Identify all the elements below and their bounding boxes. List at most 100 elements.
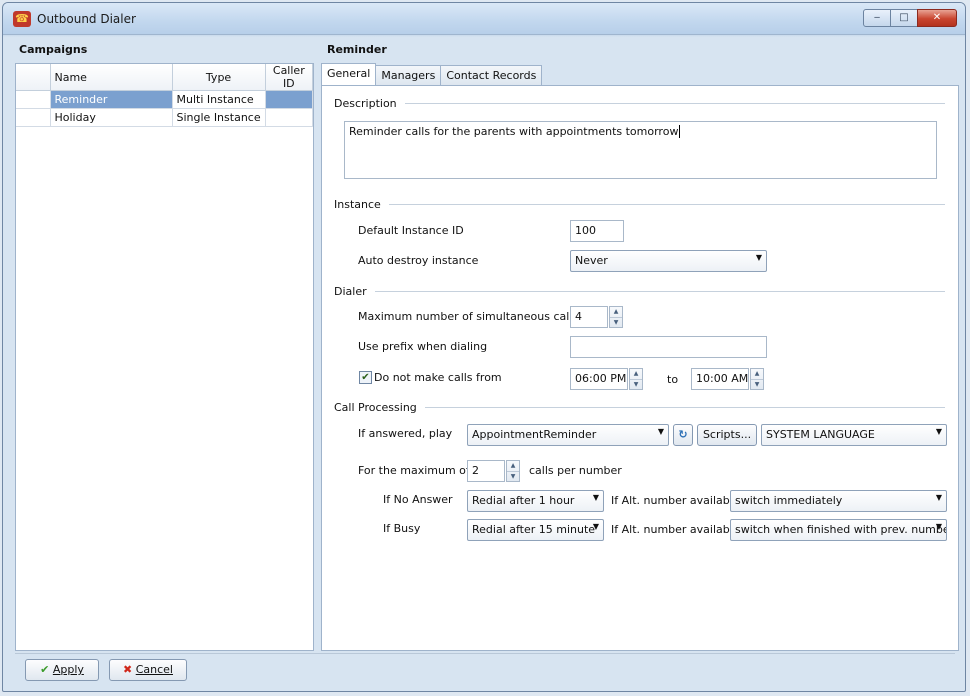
column-header-caller-id[interactable]: Caller ID xyxy=(265,64,314,91)
no-answer-value: Redial after 1 hour xyxy=(472,494,575,507)
instance-divider xyxy=(334,204,945,205)
dialer-app-icon: ☎ xyxy=(13,11,31,27)
outbound-dialer-window: ☎ Outbound Dialer ‒ □ ✕ Campaigns Name T… xyxy=(2,2,966,692)
default-instance-input[interactable]: 100 xyxy=(570,220,624,242)
tab-managers[interactable]: Managers xyxy=(375,65,442,85)
chevron-down-icon: ▼ xyxy=(935,522,942,531)
busy-value: Redial after 15 minute xyxy=(472,523,596,536)
detail-tabs: General Managers Contact Records xyxy=(321,63,543,85)
answered-script-dropdown[interactable]: AppointmentReminder ▼ xyxy=(467,424,669,446)
instance-group-label: Instance xyxy=(334,198,389,211)
cancel-label: Cancel xyxy=(135,663,173,676)
busy-alt-label: If Alt. number available xyxy=(611,523,740,536)
increment-icon[interactable]: ▲ xyxy=(507,461,519,471)
auto-destroy-dropdown[interactable]: Never ▼ xyxy=(570,250,767,272)
language-dropdown[interactable]: SYSTEM LANGUAGE ▼ xyxy=(761,424,947,446)
campaign-caller-id[interactable] xyxy=(265,108,314,127)
no-calls-checkbox[interactable]: ✔ xyxy=(359,371,372,384)
chevron-down-icon: ▼ xyxy=(592,493,599,502)
x-icon: ✖ xyxy=(123,663,133,676)
campaign-caller-id[interactable] xyxy=(265,90,314,109)
dialer-group-label: Dialer xyxy=(334,285,375,298)
busy-dropdown[interactable]: Redial after 15 minute ▼ xyxy=(467,519,604,541)
cancel-button[interactable]: ✖ Cancel xyxy=(109,659,187,681)
max-calls-input[interactable]: 4 xyxy=(570,306,608,328)
decrement-icon[interactable]: ▼ xyxy=(507,471,519,481)
close-button[interactable]: ✕ xyxy=(917,9,957,27)
calls-per-number-label: calls per number xyxy=(529,464,622,477)
apply-label: Apply xyxy=(52,663,84,676)
max-calls-stepper[interactable]: ▲ ▼ xyxy=(609,306,623,328)
campaigns-panel: Name Type Caller ID Reminder Multi Insta… xyxy=(15,63,314,651)
busy-alt-dropdown[interactable]: switch when finished with prev. number ▼ xyxy=(730,519,947,541)
dialer-divider xyxy=(334,291,945,292)
description-textarea[interactable]: Reminder calls for the parents with appo… xyxy=(344,121,937,179)
default-instance-label: Default Instance ID xyxy=(358,224,464,237)
description-divider xyxy=(334,103,945,104)
decrement-icon[interactable]: ▼ xyxy=(630,379,642,389)
refresh-button[interactable]: ↻ xyxy=(673,424,693,446)
tab-general[interactable]: General xyxy=(321,63,377,85)
campaign-detail-heading: Reminder xyxy=(327,43,387,56)
description-group-label: Description xyxy=(334,97,405,110)
text-cursor xyxy=(679,125,681,138)
increment-icon[interactable]: ▲ xyxy=(610,307,622,317)
campaigns-table-header: Name Type Caller ID xyxy=(16,64,314,91)
if-answered-label: If answered, play xyxy=(358,427,453,440)
column-header-type[interactable]: Type xyxy=(172,64,266,91)
auto-destroy-label: Auto destroy instance xyxy=(358,254,479,267)
campaign-row-reminder[interactable]: Reminder Multi Instance xyxy=(16,90,314,109)
campaign-type[interactable]: Single Instance xyxy=(172,108,266,127)
campaigns-table: Name Type Caller ID Reminder Multi Insta… xyxy=(16,64,314,127)
campaign-name[interactable]: Holiday xyxy=(50,108,173,127)
to-time-input[interactable]: 10:00 AM xyxy=(691,368,749,390)
max-calls-label: Maximum number of simultaneous calls xyxy=(358,310,579,323)
scripts-button[interactable]: Scripts... xyxy=(697,424,757,446)
from-time-stepper[interactable]: ▲ ▼ xyxy=(629,368,643,390)
busy-label: If Busy xyxy=(383,522,421,535)
from-time-input[interactable]: 06:00 PM xyxy=(570,368,628,390)
max-of-input[interactable]: 2 xyxy=(467,460,505,482)
campaigns-heading: Campaigns xyxy=(19,43,88,56)
chevron-down-icon: ▼ xyxy=(935,493,942,502)
prefix-input[interactable] xyxy=(570,336,767,358)
window-controls: ‒ □ ✕ xyxy=(863,9,957,27)
title-bar: ☎ Outbound Dialer ‒ □ ✕ xyxy=(3,3,965,35)
chevron-down-icon: ▼ xyxy=(657,427,664,436)
apply-button[interactable]: ✔ Apply xyxy=(25,659,99,681)
column-header-name[interactable]: Name xyxy=(50,64,173,91)
decrement-icon[interactable]: ▼ xyxy=(610,317,622,327)
chevron-down-icon: ▼ xyxy=(755,253,762,262)
maximize-button[interactable]: □ xyxy=(890,9,918,27)
busy-alt-value: switch when finished with prev. number xyxy=(735,523,947,536)
call-processing-divider xyxy=(334,407,945,408)
auto-destroy-value: Never xyxy=(575,254,608,267)
row-header xyxy=(16,108,51,127)
campaign-name[interactable]: Reminder xyxy=(50,90,173,109)
language-value: SYSTEM LANGUAGE xyxy=(766,428,875,441)
checkmark-icon: ✔ xyxy=(40,663,50,676)
max-of-stepper[interactable]: ▲ ▼ xyxy=(506,460,520,482)
increment-icon[interactable]: ▲ xyxy=(630,369,642,379)
to-label: to xyxy=(667,373,679,386)
campaign-row-holiday[interactable]: Holiday Single Instance xyxy=(16,108,314,127)
chevron-down-icon: ▼ xyxy=(592,522,599,531)
call-processing-group-label: Call Processing xyxy=(334,401,425,414)
tab-contact-records[interactable]: Contact Records xyxy=(440,65,543,85)
no-calls-label: Do not make calls from xyxy=(374,371,502,384)
increment-icon[interactable]: ▲ xyxy=(751,369,763,379)
row-header-corner xyxy=(16,64,51,91)
chevron-down-icon: ▼ xyxy=(935,427,942,436)
no-answer-alt-label: If Alt. number available xyxy=(611,494,740,507)
row-header xyxy=(16,90,51,109)
minimize-button[interactable]: ‒ xyxy=(863,9,891,27)
campaign-type[interactable]: Multi Instance xyxy=(172,90,266,109)
no-answer-label: If No Answer xyxy=(383,493,453,506)
to-time-stepper[interactable]: ▲ ▼ xyxy=(750,368,764,390)
no-answer-alt-dropdown[interactable]: switch immediately ▼ xyxy=(730,490,947,512)
decrement-icon[interactable]: ▼ xyxy=(751,379,763,389)
description-text: Reminder calls for the parents with appo… xyxy=(349,125,679,138)
no-answer-dropdown[interactable]: Redial after 1 hour ▼ xyxy=(467,490,604,512)
refresh-icon: ↻ xyxy=(678,428,688,441)
prefix-label: Use prefix when dialing xyxy=(358,340,488,353)
